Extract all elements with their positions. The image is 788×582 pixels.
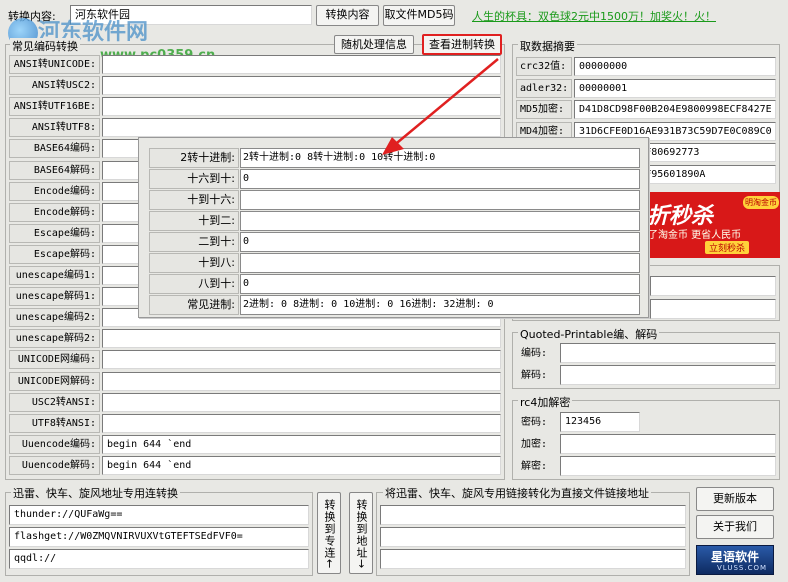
digest-row-label: MD5加密: xyxy=(516,100,572,120)
radix-row-field[interactable] xyxy=(240,253,640,273)
encode-row-label: Encode解码: xyxy=(9,202,100,222)
rc4-encrypt-label: 加密: xyxy=(521,439,548,450)
encode-row-field[interactable] xyxy=(102,371,501,391)
quoted-encode-field[interactable] xyxy=(560,343,776,363)
encode-row-label: Uuencode解码: xyxy=(9,455,100,475)
encode-row-field[interactable] xyxy=(102,392,501,412)
encode-row-field[interactable]: begin 644 `end xyxy=(102,455,501,475)
encode-row-label: UTF8转ANSI: xyxy=(9,413,100,433)
radix-row-label: 十到二: xyxy=(149,211,239,231)
digest-row-label: adler32: xyxy=(516,78,572,98)
quoted-decode-field[interactable] xyxy=(560,365,776,385)
direct-group-title: 将迅雷、快车、旋风专用链接转化为直接文件链接地址 xyxy=(383,485,651,501)
radix-row-field[interactable] xyxy=(240,190,640,210)
rc4-key-field[interactable]: 123456 xyxy=(560,412,640,432)
rc4-decrypt-label: 解密: xyxy=(521,461,548,472)
encode-row-label: unescape编码2: xyxy=(9,308,100,328)
vendor-logo-sub: VLUSS.COM xyxy=(717,564,768,572)
digest-group-title: 取数据摘要 xyxy=(518,38,577,54)
digest-row-field[interactable]: 00000000 xyxy=(574,57,776,76)
convert-to-address-button[interactable]: 转换到地址→ xyxy=(349,492,373,574)
radix-row-field[interactable]: 0 xyxy=(240,232,640,252)
radix-row-label: 八到十: xyxy=(149,274,239,294)
encode-row-label: ANSI转UTF8: xyxy=(9,118,100,138)
radix-row-field[interactable]: 0 xyxy=(240,274,640,294)
digest-row-field[interactable]: D41D8CD98F00B204E9800998ECF8427E xyxy=(574,100,776,120)
file-md5-button[interactable]: 取文件MD5码 xyxy=(383,5,455,26)
rc4-decrypt-field[interactable] xyxy=(560,456,776,476)
ad-link[interactable]: 人生的杯具：双色球2元中1500万！加奖火！火！ xyxy=(472,8,716,24)
radix-row-label: 二到十: xyxy=(149,232,239,252)
encode-row-label: Uuencode编码: xyxy=(9,434,100,454)
promo-badge: 明淘金币 xyxy=(743,196,779,209)
radix-row-label: 2转十进制: xyxy=(149,148,239,168)
encode-row-label: BASE64编码: xyxy=(9,139,100,159)
promo-banner[interactable]: 折秒杀 明淘金币 了淘金币 更省人民币 立刻秒杀 xyxy=(645,192,780,258)
encode-row-label: Encode编码: xyxy=(9,181,100,201)
digest-row-label: crc32值: xyxy=(516,57,572,76)
encode-row-label: BASE64解码: xyxy=(9,160,100,180)
radix-row-label: 十到十六: xyxy=(149,190,239,210)
quoted-group-title: Quoted-Printable编、解码 xyxy=(518,326,660,342)
quoted-decode-label: 解码: xyxy=(521,370,548,381)
aux-field-1[interactable] xyxy=(650,276,776,296)
qqdl-field[interactable]: qqdl:// xyxy=(9,549,309,569)
convert-to-special-button[interactable]: 转换到专连← xyxy=(317,492,341,574)
encode-row-label: unescape解码2: xyxy=(9,329,100,349)
thunder-group-title: 迅雷、快车、旋风地址专用连转换 xyxy=(11,485,180,501)
annotation-arrow-icon xyxy=(382,58,499,155)
direct-field-1[interactable] xyxy=(380,505,686,525)
encode-row-label: Escape解码: xyxy=(9,244,100,264)
radix-row-field[interactable] xyxy=(240,211,640,231)
digest-row-field[interactable]: 00000001 xyxy=(574,78,776,98)
thunder-field[interactable]: thunder://QUFaWg== xyxy=(9,505,309,525)
radix-row-label: 常见进制: xyxy=(149,295,239,315)
about-button[interactable]: 关于我们 xyxy=(696,515,774,539)
encode-row-field[interactable]: begin 644 `end xyxy=(102,434,501,454)
promo-banner-subtitle: 了淘金币 更省人民币 xyxy=(648,230,742,241)
main-window: 转换内容: 河东软件园 转换内容 取文件MD5码 人生的杯具：双色球2元中150… xyxy=(0,0,788,582)
encode-row-label: ANSI转UTF16BE: xyxy=(9,97,100,117)
encode-group-title: 常见编码转换 xyxy=(10,38,80,54)
rc4-encrypt-field[interactable] xyxy=(560,434,776,454)
flashget-field[interactable]: flashget://W0ZMQVNIRVUXVtGTEFTSEdFVF0= xyxy=(9,527,309,547)
promo-banner-button[interactable]: 立刻秒杀 xyxy=(705,241,750,254)
convert-content-button[interactable]: 转换内容 xyxy=(316,5,379,26)
vendor-logo-text: 星语软件 xyxy=(711,550,760,564)
encode-row-label: ANSI转UNICODE: xyxy=(9,55,100,74)
encode-row-field[interactable] xyxy=(102,350,501,370)
encode-row-label: USC2转ANSI: xyxy=(9,392,100,412)
encode-row-label: ANSI转USC2: xyxy=(9,76,100,96)
radix-convert-button[interactable]: 查看进制转换 xyxy=(422,34,502,55)
update-button[interactable]: 更新版本 xyxy=(696,487,774,511)
direct-field-3[interactable] xyxy=(380,549,686,569)
radix-row-field[interactable]: 0 xyxy=(240,169,640,189)
encode-row-label: UNICODE网解码: xyxy=(9,371,100,391)
radix-row-label: 十到八: xyxy=(149,253,239,273)
quoted-encode-label: 编码: xyxy=(521,348,548,359)
encode-row-label: Escape编码: xyxy=(9,223,100,243)
encode-row-field[interactable] xyxy=(102,329,501,349)
aux-field-2[interactable] xyxy=(650,299,776,319)
encode-row-field[interactable] xyxy=(102,413,501,433)
rc4-group-title: rc4加解密 xyxy=(518,394,573,410)
rc4-key-label: 密码: xyxy=(521,417,548,428)
encode-row-label: UNICODE网编码: xyxy=(9,350,100,370)
radix-row-label: 十六到十: xyxy=(149,169,239,189)
random-process-button[interactable]: 随机处理信息 xyxy=(334,35,414,54)
direct-field-2[interactable] xyxy=(380,527,686,547)
encode-row-label: unescape解码1: xyxy=(9,287,100,307)
vendor-logo[interactable]: 星语软件 VLUSS.COM xyxy=(696,545,774,575)
radix-row-field[interactable]: 2进制: 0 8进制: 0 10进制: 0 16进制: 32进制: 0 xyxy=(240,295,640,315)
encode-row-label: unescape编码1: xyxy=(9,266,100,285)
